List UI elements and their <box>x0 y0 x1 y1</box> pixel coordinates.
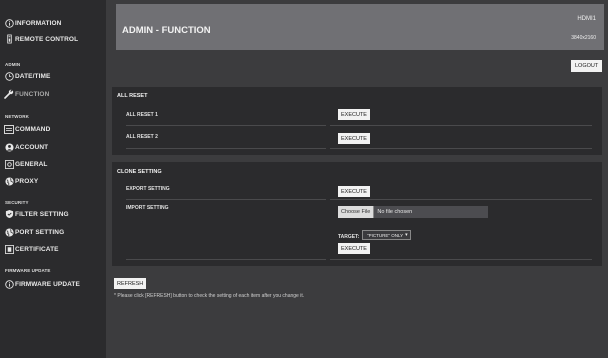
all-reset-2-label: ALL RESET 2 <box>126 134 158 140</box>
nav-port-setting-label: PORT SETTING <box>15 228 65 236</box>
all-reset-panel: ALL RESET ALL RESET 1 EXECUTE ALL RESET … <box>112 87 602 155</box>
export-setting-label: EXPORT SETTING <box>126 186 170 192</box>
wrench-icon <box>4 89 14 99</box>
resolution: 3840x2160 <box>571 35 596 41</box>
nav-information[interactable]: INFORMATION <box>4 18 61 28</box>
certificate-icon <box>4 244 14 254</box>
clone-setting-panel: CLONE SETTING EXPORT SETTING EXECUTE IMP… <box>112 162 602 266</box>
account-icon <box>4 142 14 152</box>
nav-filter-setting-label: FILTER SETTING <box>15 210 69 218</box>
section-admin: ADMIN <box>5 62 21 67</box>
nav-firmware-update-label: FIRMWARE UPDATE <box>15 280 80 288</box>
main-content: ADMIN - FUNCTION HDMI1 3840x2160 LOGOUT … <box>106 0 608 358</box>
info-icon <box>4 279 14 289</box>
section-security: SECURITY <box>5 200 29 205</box>
divider <box>330 125 592 126</box>
divider <box>330 259 592 260</box>
nav-general-label: GENERAL <box>15 160 48 168</box>
all-reset-1-execute-button[interactable]: EXECUTE <box>338 109 370 120</box>
shield-icon <box>4 209 14 219</box>
logout-button[interactable]: LOGOUT <box>571 60 603 72</box>
divider <box>126 259 326 260</box>
divider <box>126 125 326 126</box>
all-reset-2-execute-button[interactable]: EXECUTE <box>338 133 370 144</box>
info-icon <box>4 18 14 28</box>
input-source: HDMI1 <box>577 16 596 22</box>
choose-file-button[interactable]: Choose File <box>338 206 375 218</box>
command-icon <box>4 124 14 134</box>
nav-general[interactable]: GENERAL <box>4 159 47 169</box>
refresh-note: * Please click [REFRESH] button to check… <box>114 293 305 299</box>
import-setting-label: IMPORT SETTING <box>126 205 169 211</box>
file-status-text: No file chosen <box>377 209 413 215</box>
nav-remote-control-label: REMOTE CONTROL <box>15 35 79 43</box>
nav-account[interactable]: ACCOUNT <box>4 142 48 152</box>
nav-function-label: FUNCTION <box>15 90 50 98</box>
nav-proxy[interactable]: PROXY <box>4 176 38 186</box>
refresh-button[interactable]: REFRESH <box>114 278 147 289</box>
divider <box>126 199 326 200</box>
section-firmware-update: FIRMWARE UPDATE <box>5 268 51 273</box>
nav-information-label: INFORMATION <box>15 19 62 27</box>
sidebar: INFORMATION REMOTE CONTROL ADMIN DATE/TI… <box>0 0 106 358</box>
divider <box>330 148 592 149</box>
page-title: ADMIN - FUNCTION <box>122 25 211 36</box>
nav-date-time[interactable]: DATE/TIME <box>4 71 50 81</box>
globe-icon <box>4 227 14 237</box>
nav-command-label: COMMAND <box>15 125 51 133</box>
nav-filter-setting[interactable]: FILTER SETTING <box>4 209 69 219</box>
nav-date-time-label: DATE/TIME <box>15 72 51 80</box>
chevron-down-icon: ▾ <box>405 232 408 238</box>
divider <box>330 199 592 200</box>
nav-account-label: ACCOUNT <box>15 143 49 151</box>
nav-proxy-label: PROXY <box>15 177 39 185</box>
target-select-value: "PICTURE" ONLY <box>367 232 404 238</box>
export-execute-button[interactable]: EXECUTE <box>338 186 370 197</box>
nav-remote-control[interactable]: REMOTE CONTROL <box>4 34 78 44</box>
file-input[interactable]: Choose File No file chosen <box>338 206 488 218</box>
target-select[interactable]: "PICTURE" ONLY ▾ <box>362 230 411 240</box>
all-reset-1-label: ALL RESET 1 <box>126 112 158 118</box>
import-execute-button[interactable]: EXECUTE <box>338 243 370 254</box>
page-header: ADMIN - FUNCTION HDMI1 3840x2160 <box>116 4 604 50</box>
general-icon <box>4 159 14 169</box>
clock-icon <box>4 71 14 81</box>
nav-certificate[interactable]: CERTIFICATE <box>4 244 59 254</box>
nav-firmware-update[interactable]: FIRMWARE UPDATE <box>4 279 80 289</box>
nav-port-setting[interactable]: PORT SETTING <box>4 227 64 237</box>
remote-icon <box>4 34 14 44</box>
nav-certificate-label: CERTIFICATE <box>15 245 59 253</box>
divider <box>126 148 326 149</box>
nav-function[interactable]: FUNCTION <box>4 89 49 99</box>
globe-icon <box>4 176 14 186</box>
all-reset-title: ALL RESET <box>117 93 148 99</box>
clone-setting-title: CLONE SETTING <box>117 169 162 175</box>
target-label: TARGET: <box>338 234 360 240</box>
nav-command[interactable]: COMMAND <box>4 124 50 134</box>
section-network: NETWORK <box>5 114 29 119</box>
